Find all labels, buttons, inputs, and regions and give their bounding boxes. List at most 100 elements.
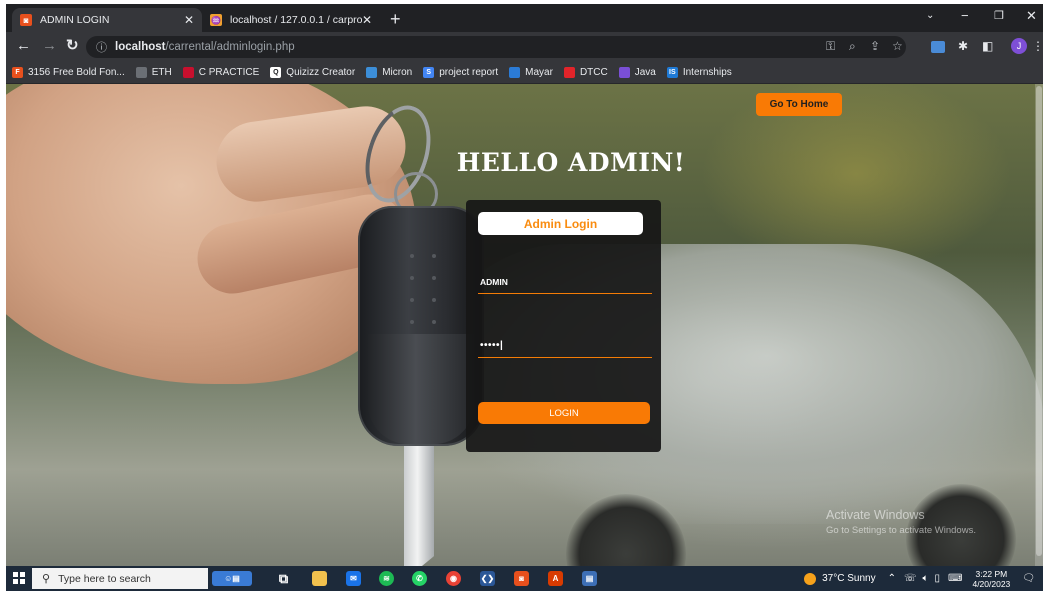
weather-icon xyxy=(804,572,817,585)
address-bar[interactable]: ⓘ localhost /carrental/adminlogin.php xyxy=(86,36,906,58)
url-path: /carrental/adminlogin.php xyxy=(165,41,295,53)
tab-title: ADMIN LOGIN xyxy=(40,14,110,26)
bookmark-eth[interactable]: ETH xyxy=(135,67,172,78)
taskbar-search-box[interactable]: ⚲ Type here to search xyxy=(32,568,208,589)
whatsapp-icon[interactable]: ✆ xyxy=(412,571,427,586)
project-report-bookmark-icon: S xyxy=(423,67,435,78)
bookmark-label: ETH xyxy=(151,67,172,78)
login-card-title: Admin Login xyxy=(478,212,643,235)
bookmark-label: DTCC xyxy=(579,67,608,78)
extension-icon[interactable] xyxy=(931,41,945,53)
windows-start-icon[interactable] xyxy=(13,572,25,584)
tab-phpmyadmin[interactable]: ♒ localhost / 127.0.0.1 / carproject ✕ xyxy=(202,8,380,32)
task-view-icon[interactable]: ⧉ xyxy=(276,571,291,586)
url-host: localhost xyxy=(115,41,166,53)
page-viewport: Go To Home HELLO ADMIN! Admin Login LOGI… xyxy=(6,84,1043,566)
bookmarks-bar: F 3156 Free Bold Fon... ETH C PRACTICE Q Quiz… xyxy=(6,62,1043,84)
c-practice-bookmark-icon xyxy=(182,67,194,78)
battery-icon[interactable]: ▯ xyxy=(935,573,941,584)
side-panel-icon[interactable]: ◧ xyxy=(982,39,993,53)
search-icon: ⚲ xyxy=(42,573,51,585)
bookmark-micron[interactable]: Micron xyxy=(366,67,412,78)
scrollbar-thumb[interactable] xyxy=(1036,86,1042,556)
bookmark-label: Java xyxy=(634,67,656,78)
tray-chevron-icon[interactable]: ⌃ xyxy=(888,573,896,584)
new-tab-icon[interactable]: + xyxy=(390,10,401,28)
bookmark-label: Quizizz Creator xyxy=(286,67,356,78)
pdf-reader-icon[interactable]: A xyxy=(548,571,563,586)
bookmark-dtcc[interactable]: DTCC xyxy=(563,67,608,78)
clock-time: 3:22 PM xyxy=(975,568,1008,579)
internships-bookmark-icon: IS xyxy=(666,67,678,78)
zoom-icon[interactable]: ⌕ xyxy=(849,39,856,54)
clock-date: 4/20/2023 xyxy=(972,578,1011,589)
share-icon[interactable]: ⇪ xyxy=(870,39,880,53)
site-info-icon[interactable]: ⓘ xyxy=(96,39,107,55)
bookmark-c-practice[interactable]: C PRACTICE xyxy=(182,67,260,78)
bookmark-internships[interactable]: IS Internships xyxy=(666,67,732,78)
taskbar-search-placeholder: Type here to search xyxy=(58,572,151,585)
extensions-puzzle-icon[interactable]: ✱ xyxy=(958,39,968,53)
tab-search-chevron-icon[interactable]: ⌄ xyxy=(926,10,934,21)
bookmark-java[interactable]: Java xyxy=(618,67,656,78)
browser-toolbar: ← → ↻ ⓘ localhost /carrental/adminlogin.… xyxy=(6,32,1043,62)
close-window-icon[interactable]: ✕ xyxy=(1026,8,1037,24)
close-tab-icon[interactable]: ✕ xyxy=(362,13,372,27)
background-key-fob-cap xyxy=(368,334,474,444)
menu-icon[interactable]: ⋮ xyxy=(1032,39,1043,53)
phpmyadmin-favicon: ♒ xyxy=(210,14,222,26)
java-bookmark-icon xyxy=(618,67,630,78)
close-tab-icon[interactable]: ✕ xyxy=(184,13,194,27)
page-favicon: ◙ xyxy=(20,14,32,26)
quizizz-bookmark-icon: Q xyxy=(270,67,282,78)
volume-icon[interactable]: 🔈︎ xyxy=(923,573,929,584)
login-button[interactable]: LOGIN xyxy=(478,402,650,424)
taskbar-clock[interactable]: 3:22 PM 4/20/2023 xyxy=(972,569,1010,589)
page-heading: HELLO ADMIN! xyxy=(456,148,686,177)
forward-icon[interactable]: → xyxy=(42,38,57,54)
vscode-icon[interactable]: ❮❯ xyxy=(480,571,495,586)
bookmark-label: Mayar xyxy=(525,67,553,78)
chrome-icon[interactable]: ◉ xyxy=(446,571,461,586)
bookmark-label: C PRACTICE xyxy=(198,67,260,78)
username-field[interactable] xyxy=(478,270,652,294)
profile-avatar[interactable]: J xyxy=(1011,38,1027,54)
bookmark-mayar[interactable]: Mayar xyxy=(509,67,553,78)
keyboard-icon[interactable]: ⌨ xyxy=(948,573,962,584)
tab-title: localhost / 127.0.0.1 / carproject xyxy=(230,14,362,26)
micron-bookmark-icon xyxy=(366,67,378,78)
system-tray: 37°C Sunny ⌃ ☏ 🔈︎ ▯ ⌨ 3:22 PM 4/20/2023 … xyxy=(804,566,1035,591)
notifications-icon[interactable]: 🗨︎ xyxy=(1022,573,1035,584)
mail-icon[interactable]: ✉ xyxy=(346,571,361,586)
login-card: Admin Login LOGIN xyxy=(466,200,661,452)
file-explorer-icon[interactable] xyxy=(312,571,327,586)
password-field[interactable] xyxy=(478,334,652,358)
minimize-icon[interactable]: − xyxy=(961,8,969,23)
eth-bookmark-icon xyxy=(135,67,147,78)
app-icon[interactable]: ◙ xyxy=(514,571,529,586)
back-icon[interactable]: ← xyxy=(16,38,31,54)
bookmark-project-report[interactable]: Sproject report xyxy=(423,67,498,78)
screen: ◙ ADMIN LOGIN ✕ ♒ localhost / 127.0.0.1 … xyxy=(6,4,1043,591)
restore-icon[interactable]: ❐ xyxy=(994,9,1004,22)
weather-text[interactable]: 37°C Sunny xyxy=(822,573,875,584)
font-bookmark-icon: F xyxy=(12,67,23,78)
bookmark-label: Internships xyxy=(682,67,732,78)
taskbar-widget-icon[interactable]: ☺▤ xyxy=(212,571,252,586)
bookmark-label: Micron xyxy=(382,67,413,78)
document-app-icon[interactable]: ▤ xyxy=(582,571,597,586)
tab-admin-login[interactable]: ◙ ADMIN LOGIN ✕ xyxy=(12,8,202,32)
bookmark-star-icon[interactable]: ☆ xyxy=(892,39,903,53)
go-to-home-button[interactable]: Go To Home xyxy=(756,93,842,116)
browser-tab-strip: ◙ ADMIN LOGIN ✕ ♒ localhost / 127.0.0.1 … xyxy=(6,4,1043,32)
password-key-icon[interactable]: ⚿ xyxy=(826,39,835,54)
network-icon[interactable]: ☏ xyxy=(904,573,917,584)
bookmark-font[interactable]: F 3156 Free Bold Fon... xyxy=(12,67,125,78)
spotify-icon[interactable]: ≋ xyxy=(379,571,394,586)
background-key-blade xyxy=(404,442,434,566)
activate-windows-watermark: Activate Windows Go to Settings to activ… xyxy=(826,508,976,536)
reload-icon[interactable]: ↻ xyxy=(66,38,79,54)
dtcc-bookmark-icon xyxy=(563,67,575,78)
bookmark-quizizz[interactable]: Q Quizizz Creator xyxy=(270,67,355,78)
page-scrollbar[interactable] xyxy=(1035,84,1043,566)
